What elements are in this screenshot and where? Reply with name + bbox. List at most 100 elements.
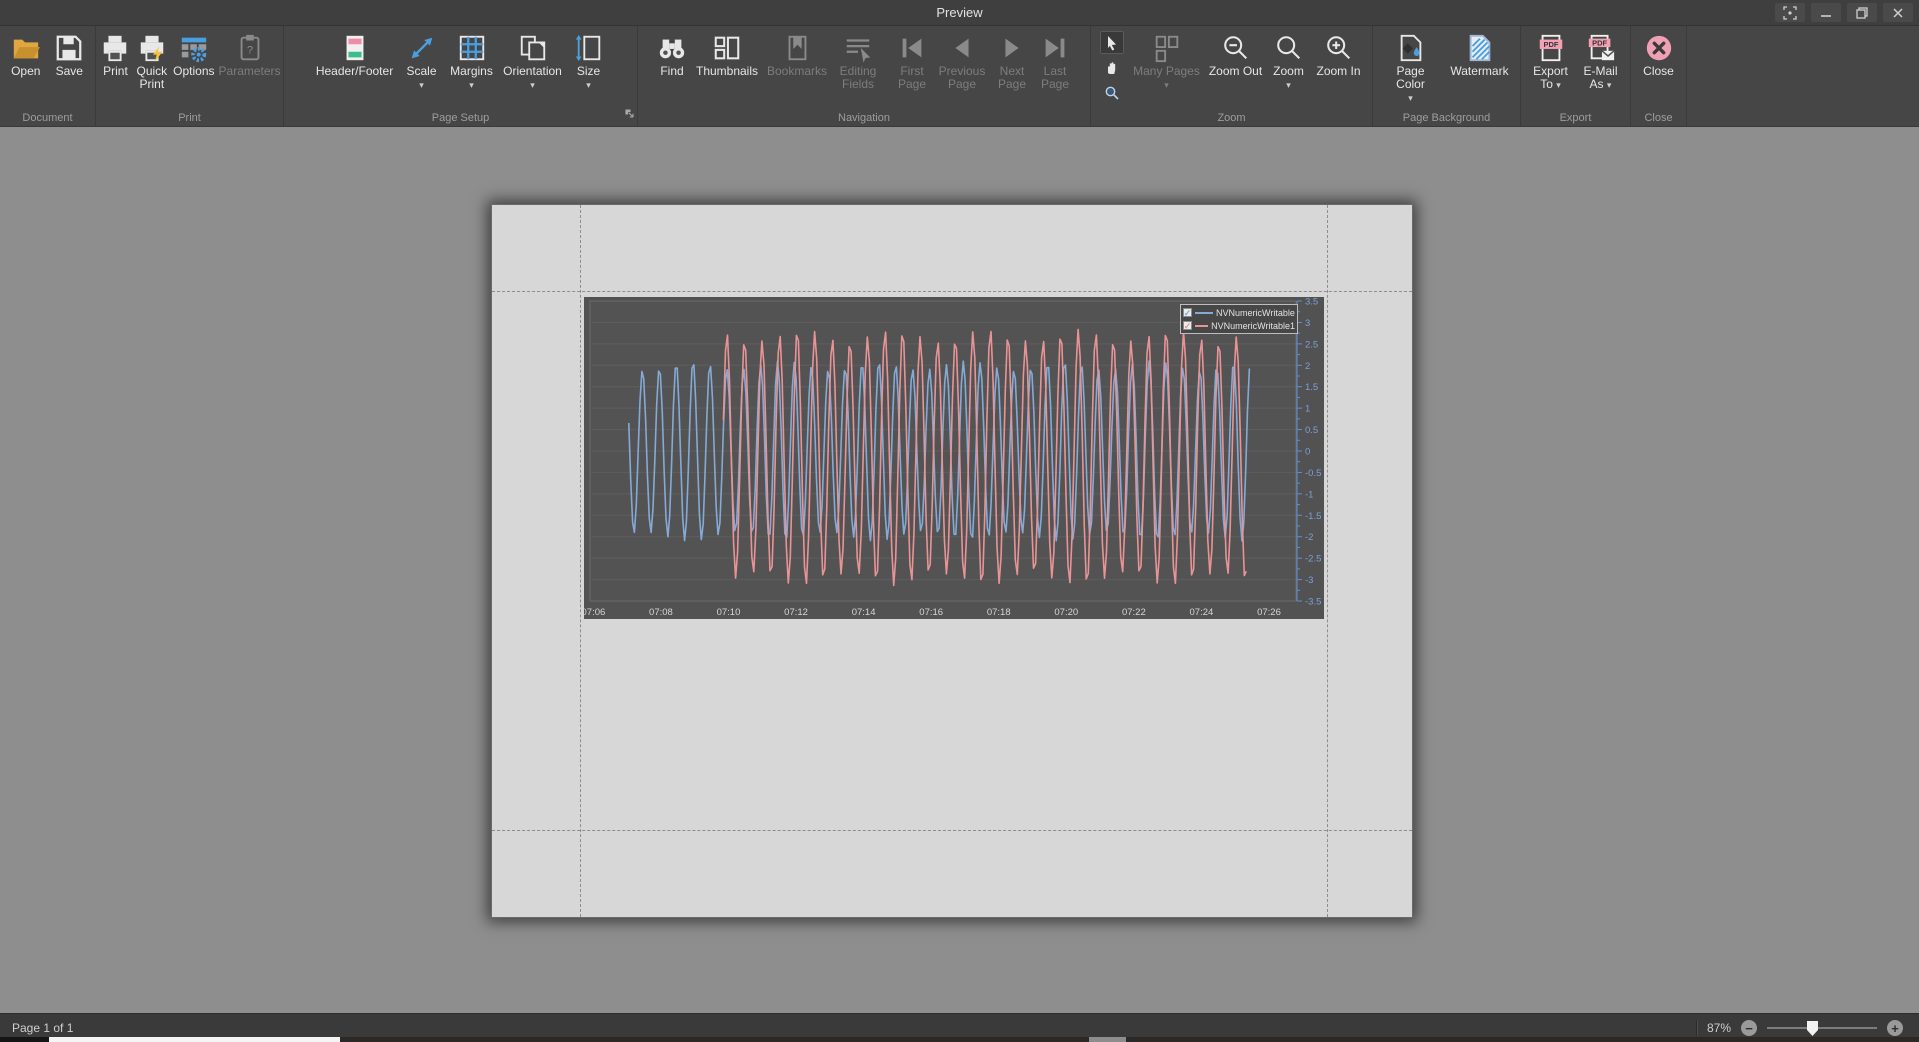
- margin-guide-right: [1327, 205, 1328, 917]
- ribbon-group-export: Export To E-Mail As Export: [1521, 26, 1631, 126]
- bookmarks-icon: [782, 33, 812, 63]
- zoom-out-icon: [1221, 33, 1251, 63]
- svg-text:-1: -1: [1305, 489, 1313, 500]
- restore-button[interactable]: [1847, 3, 1877, 22]
- title-bar: Preview: [0, 0, 1919, 26]
- group-caption-zoom: Zoom: [1091, 112, 1372, 124]
- dropdown-arrow-icon: [1408, 92, 1413, 103]
- bottom-strip-progress: [49, 1037, 340, 1042]
- header-footer-icon: [340, 33, 370, 63]
- group-caption-page-background: Page Background: [1373, 112, 1520, 124]
- window-controls: [1775, 3, 1913, 22]
- ribbon-group-close: Close Close: [1631, 26, 1687, 126]
- zoom-percent-label: 87%: [1707, 1021, 1731, 1035]
- last-page-button: Last Page: [1034, 29, 1076, 110]
- header-footer-button[interactable]: Header/Footer: [311, 29, 399, 110]
- magnifier-tool-button[interactable]: [1100, 81, 1124, 104]
- legend-label-series2: NVNumericWritable1: [1211, 321, 1295, 331]
- svg-text:07:12: 07:12: [784, 607, 808, 618]
- zoom-controls: 87% − +: [1696, 1020, 1919, 1036]
- email-pdf-icon: [1586, 33, 1616, 63]
- svg-text:07:10: 07:10: [717, 607, 741, 618]
- pointer-icon: [1104, 35, 1120, 51]
- zoom-slider[interactable]: [1767, 1020, 1877, 1036]
- orientation-button[interactable]: Orientation: [499, 29, 567, 110]
- zoom-out-button[interactable]: Zoom Out: [1206, 29, 1266, 110]
- close-circle-icon: [1644, 33, 1674, 63]
- svg-text:3.5: 3.5: [1305, 297, 1318, 308]
- close-preview-button[interactable]: Close: [1636, 29, 1682, 110]
- page-color-button[interactable]: Page Color: [1378, 29, 1444, 110]
- export-to-button[interactable]: Export To: [1526, 29, 1576, 110]
- parameters-clipboard-icon: [235, 33, 265, 63]
- zoom-slider-track[interactable]: [1767, 1027, 1877, 1029]
- size-button[interactable]: Size: [567, 29, 611, 110]
- open-folder-icon: [11, 33, 41, 63]
- ribbon-group-zoom: Many Pages Zoom Out Zoom Zoom In Zoom: [1091, 26, 1373, 126]
- svg-text:07:20: 07:20: [1054, 607, 1078, 618]
- ribbon-group-page-background: Page Color Watermark Page Background: [1373, 26, 1521, 126]
- hand-tool-button[interactable]: [1100, 56, 1124, 79]
- dropdown-arrow-icon: [586, 79, 591, 90]
- zoom-in-icon: [1324, 33, 1354, 63]
- zoom-button[interactable]: Zoom: [1266, 29, 1312, 110]
- email-as-button[interactable]: E-Mail As: [1576, 29, 1626, 110]
- next-page-icon: [997, 33, 1027, 63]
- many-pages-button: Many Pages: [1128, 29, 1206, 110]
- thumbnails-button[interactable]: Thumbnails: [692, 29, 762, 110]
- scale-button[interactable]: Scale: [399, 29, 445, 110]
- svg-text:07:18: 07:18: [987, 607, 1011, 618]
- legend-label-series1: NVNumericWritable: [1216, 308, 1295, 318]
- preview-window: ? PDF PDF: [0, 0, 1919, 1042]
- save-button[interactable]: Save: [48, 29, 92, 110]
- find-button[interactable]: Find: [652, 29, 692, 110]
- svg-text:07:24: 07:24: [1190, 607, 1214, 618]
- ribbon-group-print: Print Quick Print Options Parameters Pri…: [96, 26, 284, 126]
- group-caption-export: Export: [1521, 112, 1630, 124]
- page-indicator: Page 1 of 1: [0, 1021, 73, 1035]
- window-title: Preview: [936, 5, 982, 20]
- svg-text:-1.5: -1.5: [1305, 511, 1321, 522]
- legend-checkbox-series2: ✓: [1183, 321, 1192, 330]
- printer-icon: [100, 33, 130, 63]
- zoom-in-button[interactable]: Zoom In: [1312, 29, 1366, 110]
- open-button[interactable]: Open: [4, 29, 48, 110]
- dropdown-arrow-icon: [1286, 79, 1291, 90]
- preview-canvas[interactable]: 3.532.521.510.50-0.5-1-1.5-2-2.5-3-3.507…: [0, 127, 1919, 1013]
- bottom-strip-segment: [1089, 1037, 1126, 1042]
- thumbnails-icon: [712, 33, 742, 63]
- chart-plot: 3.532.521.510.50-0.5-1-1.5-2-2.5-3-3.507…: [584, 297, 1324, 619]
- svg-text:-3: -3: [1305, 575, 1313, 586]
- group-caption-close: Close: [1631, 112, 1686, 124]
- export-pdf-icon: [1536, 33, 1566, 63]
- first-page-button: First Page: [890, 29, 934, 110]
- dropdown-arrow-icon: [1607, 77, 1612, 91]
- close-window-button[interactable]: [1883, 3, 1913, 22]
- ribbon-group-document: Open Save Document: [0, 26, 96, 126]
- first-page-icon: [897, 33, 927, 63]
- watermark-button[interactable]: Watermark: [1444, 29, 1516, 110]
- next-page-button: Next Page: [990, 29, 1034, 110]
- dropdown-arrow-icon: [1164, 79, 1169, 90]
- minimize-button[interactable]: [1811, 3, 1841, 22]
- zoom-slider-thumb[interactable]: [1807, 1021, 1818, 1036]
- zoom-decrease-button[interactable]: −: [1741, 1020, 1757, 1036]
- pointer-tool-button[interactable]: [1100, 31, 1124, 54]
- zoom-increase-button[interactable]: +: [1887, 1020, 1903, 1036]
- zoom-icon: [1274, 33, 1304, 63]
- quick-print-button[interactable]: Quick Print: [133, 29, 170, 110]
- svg-text:07:06: 07:06: [584, 607, 605, 618]
- svg-text:07:26: 07:26: [1257, 607, 1281, 618]
- margins-grid-icon: [457, 33, 487, 63]
- dropdown-arrow-icon: [469, 79, 474, 90]
- quick-print-icon: [137, 33, 167, 63]
- report-chart: 3.532.521.510.50-0.5-1-1.5-2-2.5-3-3.507…: [584, 297, 1324, 619]
- options-button[interactable]: Options: [170, 29, 217, 110]
- many-pages-icon: [1152, 33, 1182, 63]
- fullscreen-button[interactable]: [1775, 3, 1805, 22]
- print-button[interactable]: Print: [97, 29, 133, 110]
- svg-text:1.5: 1.5: [1305, 382, 1318, 393]
- options-gear-icon: [179, 33, 209, 63]
- group-caption-print: Print: [96, 112, 283, 124]
- margins-button[interactable]: Margins: [445, 29, 499, 110]
